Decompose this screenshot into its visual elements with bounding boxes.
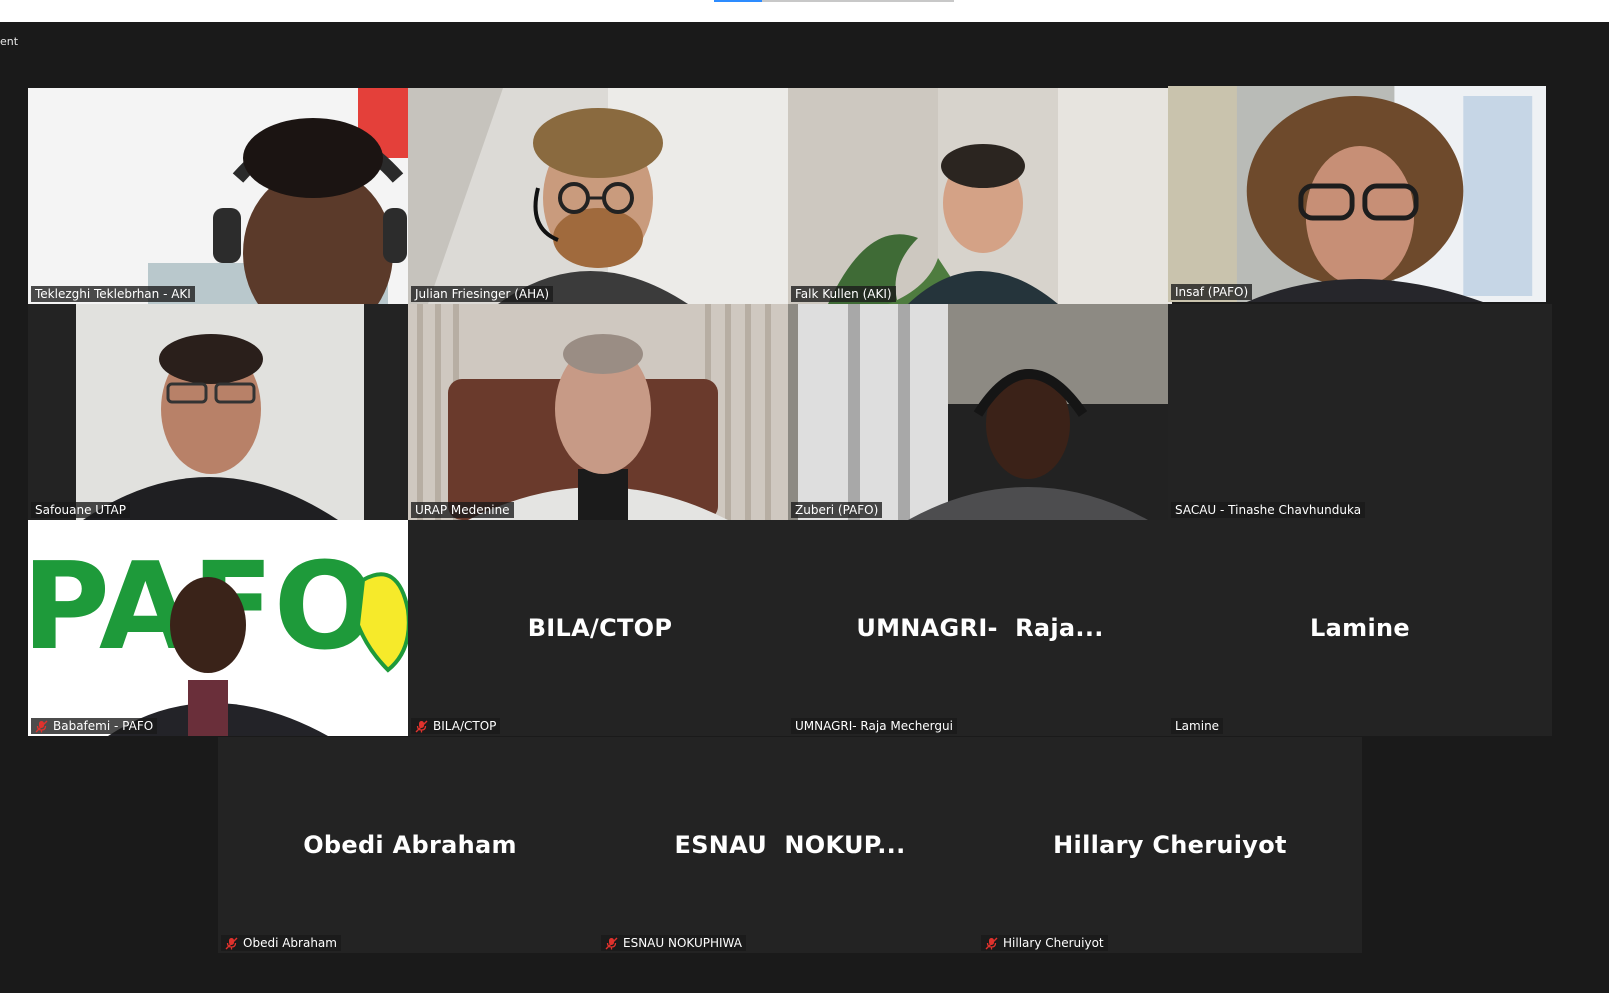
microphone-muted-icon <box>415 720 428 732</box>
participant-tile-15[interactable]: Hillary Cheruiyot Hillary Cheruiyot <box>978 737 1362 953</box>
participant-display-name: Lamine <box>1310 614 1410 642</box>
participant-name-label: SACAU - Tinashe Chavhunduka <box>1171 502 1366 518</box>
participant-name-label: Babafemi - PAFO <box>31 718 158 734</box>
participant-tile-1[interactable]: Teklezghi Teklebrhan - AKI <box>28 88 412 304</box>
participant-tile-10[interactable]: BILA/CTOP BILA/CTOP <box>408 520 792 736</box>
participant-display-name: UMNAGRI- Raja... <box>856 614 1104 642</box>
microphone-muted-icon <box>35 720 48 732</box>
participant-tile-5[interactable]: Safouane UTAP <box>28 304 412 520</box>
participant-name: ESNAU NOKUPHIWA <box>623 936 742 950</box>
participant-name: Julian Friesinger (AHA) <box>415 287 550 301</box>
participant-name-label: Lamine <box>1171 718 1224 734</box>
participant-name: Obedi Abraham <box>243 936 337 950</box>
participant-name-label: URAP Medenine <box>411 502 514 518</box>
participant-video <box>788 88 1172 304</box>
microphone-muted-icon <box>985 937 998 949</box>
participant-tile-8[interactable]: SACAU - Tinashe Chavhunduka <box>1168 304 1552 520</box>
participant-name: Falk Kullen (AKI) <box>795 287 892 301</box>
active-tab-indicator <box>714 0 762 2</box>
participant-name: Insaf (PAFO) <box>1175 285 1249 299</box>
participant-name-label: Hillary Cheruiyot <box>981 935 1108 951</box>
participant-tile-4-active-speaker[interactable]: Insaf (PAFO) <box>1168 86 1546 302</box>
participant-name: Teklezghi Teklebrhan - AKI <box>35 287 191 301</box>
participant-name: URAP Medenine <box>415 503 510 517</box>
participant-name-label: Julian Friesinger (AHA) <box>411 286 554 302</box>
participant-name: SACAU - Tinashe Chavhunduka <box>1175 503 1362 517</box>
microphone-muted-icon <box>605 937 618 949</box>
participant-name-label: Zuberi (PAFO) <box>791 502 883 518</box>
participant-name-label: ESNAU NOKUPHIWA <box>601 935 746 951</box>
participant-tile-6[interactable]: URAP Medenine <box>408 304 792 520</box>
top-bar <box>0 0 1609 22</box>
participant-name-label: Teklezghi Teklebrhan - AKI <box>31 286 195 302</box>
participant-tile-11[interactable]: UMNAGRI- Raja... UMNAGRI- Raja Mechergui <box>788 520 1172 736</box>
participant-display-name: Obedi Abraham <box>303 831 517 859</box>
participant-name: Lamine <box>1175 719 1220 733</box>
participant-name: Safouane UTAP <box>35 503 126 517</box>
participant-tile-7[interactable]: Zuberi (PAFO) <box>788 304 1172 520</box>
participant-video <box>28 88 412 304</box>
participant-display-name: BILA/CTOP <box>527 614 673 642</box>
tab-indicator <box>762 0 954 2</box>
participant-name-label: Falk Kullen (AKI) <box>791 286 896 302</box>
participant-name: Zuberi (PAFO) <box>795 503 879 517</box>
participant-name: Hillary Cheruiyot <box>1003 936 1104 950</box>
participant-video <box>408 304 792 520</box>
participant-name: BILA/CTOP <box>433 719 497 733</box>
participant-display-name: Hillary Cheruiyot <box>1053 831 1287 859</box>
participant-tile-14[interactable]: ESNAU NOKUP... ESNAU NOKUPHIWA <box>598 737 982 953</box>
participant-name-label: Obedi Abraham <box>221 935 341 951</box>
participant-display-name: ESNAU NOKUP... <box>674 831 906 859</box>
participant-tile-12[interactable]: Lamine Lamine <box>1168 520 1552 736</box>
microphone-muted-icon <box>225 937 238 949</box>
window-title: ent <box>0 35 19 48</box>
participant-video <box>28 304 412 520</box>
participant-video <box>1168 86 1546 302</box>
participant-tile-9[interactable]: PAFO Babafemi - PAFO <box>28 520 412 736</box>
participant-tile-2[interactable]: Julian Friesinger (AHA) <box>408 88 792 304</box>
participant-video <box>788 304 1172 520</box>
participant-name: UMNAGRI- Raja Mechergui <box>795 719 953 733</box>
participant-tile-13[interactable]: Obedi Abraham Obedi Abraham <box>218 737 602 953</box>
participant-name-label: BILA/CTOP <box>411 718 501 734</box>
participant-video: PAFO <box>28 520 412 736</box>
participant-video <box>408 88 792 304</box>
participant-name-label: UMNAGRI- Raja Mechergui <box>791 718 957 734</box>
participant-tile-3[interactable]: Falk Kullen (AKI) <box>788 88 1172 304</box>
participant-name-label: Safouane UTAP <box>31 502 130 518</box>
participant-name: Babafemi - PAFO <box>53 719 154 733</box>
participant-name-label: Insaf (PAFO) <box>1171 284 1253 300</box>
